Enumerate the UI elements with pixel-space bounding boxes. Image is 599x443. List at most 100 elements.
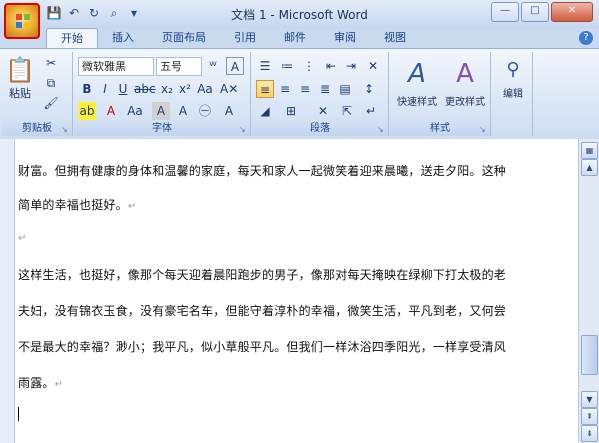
- char-scale-icon[interactable]: A: [174, 102, 192, 120]
- vertical-scrollbar[interactable]: ▦ ▲ ▼ ⇞ ⇟: [578, 139, 599, 443]
- line-spacing-icon[interactable]: ↕: [360, 80, 378, 98]
- numbering-icon[interactable]: ≔: [278, 57, 296, 75]
- borders-icon[interactable]: ⊞: [282, 102, 300, 120]
- styles-launcher-icon[interactable]: ↘: [479, 125, 488, 134]
- enclose-char-icon[interactable]: ㊀: [196, 102, 214, 120]
- pilcrow-icon[interactable]: ↵: [362, 102, 380, 120]
- font-grow-icon[interactable]: Aa: [126, 102, 144, 120]
- paragraph-mark: ↵: [127, 201, 137, 212]
- change-styles-button[interactable]: A 更改样式: [440, 54, 490, 120]
- help-icon[interactable]: ?: [579, 31, 593, 45]
- clipboard-launcher-icon[interactable]: ↘: [61, 125, 70, 134]
- doc-line-1: 财富。但拥有健康的身体和温馨的家庭，每天和家人一起微笑着迎来晨曦，送走夕阳。这种: [18, 164, 507, 178]
- align-left-icon[interactable]: ≡: [256, 80, 274, 98]
- italic-icon[interactable]: I: [96, 80, 114, 98]
- restore-button[interactable]: □: [521, 2, 549, 22]
- binoculars-icon: ⚲: [506, 59, 520, 80]
- shading-icon[interactable]: ◢: [256, 102, 274, 120]
- group-editing: ⚲ 编辑: [492, 52, 533, 136]
- group-styles: A 快速样式 A 更改样式 样式 ↘: [390, 52, 491, 136]
- doc-line-7: 雨露。↵: [18, 374, 63, 391]
- scroll-thumb[interactable]: [581, 335, 598, 375]
- strikethrough-icon[interactable]: abc: [134, 80, 156, 98]
- scroll-down-icon[interactable]: ▼: [581, 391, 598, 408]
- text-cursor: [18, 407, 19, 421]
- change-styles-icon: A: [456, 59, 474, 89]
- ruler-toggle-icon[interactable]: ▦: [581, 142, 598, 159]
- quick-styles-icon: A: [408, 59, 426, 89]
- sort-icon[interactable]: ✕: [314, 102, 332, 120]
- group-font: 微软雅黑 五号 ᵂ A B I U abc x₂ x² Aa A✕ ab A A…: [74, 52, 251, 136]
- editing-label: 编辑: [503, 89, 523, 100]
- decrease-indent-icon[interactable]: ⇤: [322, 57, 340, 75]
- doc-line-5: 夫妇，没有锦衣玉食，没有豪宅名车，但能守着淳朴的幸福，微笑生活，平凡到老，又何尝: [18, 304, 507, 318]
- char-border-icon[interactable]: A: [226, 57, 244, 75]
- highlight-icon[interactable]: ab: [78, 102, 96, 120]
- copy-icon[interactable]: ⧉: [42, 74, 60, 92]
- font-size-select[interactable]: 五号: [156, 57, 202, 76]
- phonetic-guide-icon[interactable]: ᵂ: [204, 57, 222, 75]
- subscript-icon[interactable]: x₂: [158, 80, 176, 98]
- next-page-icon[interactable]: ⇟: [581, 425, 598, 442]
- doc-line-2: 简单的幸福也挺好。↵: [18, 196, 136, 213]
- minimize-button[interactable]: —: [491, 2, 519, 22]
- scroll-up-icon[interactable]: ▲: [581, 159, 598, 176]
- increase-indent-icon[interactable]: ⇥: [342, 57, 360, 75]
- quick-styles-label: 快速样式: [397, 97, 437, 108]
- tab-view[interactable]: 视图: [370, 28, 420, 48]
- doc-line-4: 这样生活，也挺好，像那个每天迎着晨阳跑步的男子，像那对每天掩映在绿柳下打太极的老: [18, 268, 507, 282]
- close-button[interactable]: ✕: [551, 2, 593, 22]
- tab-insert[interactable]: 插入: [98, 28, 148, 48]
- document-page[interactable]: [14, 139, 580, 443]
- format-painter-icon[interactable]: 🖌: [42, 94, 60, 112]
- ribbon: 📋 粘贴 ✂ ⧉ 🖌 剪贴板 ↘ 微软雅黑 五号 ᵂ A B I U abc x…: [0, 48, 599, 140]
- paragraph-mark: ↵: [54, 379, 64, 390]
- font-color-icon[interactable]: A: [102, 102, 120, 120]
- char-shading-icon[interactable]: A: [152, 102, 170, 120]
- tab-home[interactable]: 开始: [46, 28, 98, 48]
- change-case-icon[interactable]: Aa: [196, 80, 214, 98]
- office-logo-icon: [16, 14, 30, 28]
- font-launcher-icon[interactable]: ↘: [239, 125, 248, 134]
- doc-line-2-text: 简单的幸福也挺好。: [18, 198, 128, 212]
- tab-review[interactable]: 审阅: [320, 28, 370, 48]
- vertical-ruler: [0, 139, 14, 443]
- paragraph-mark: ↵: [18, 233, 27, 244]
- cut-icon[interactable]: ✂: [42, 54, 60, 72]
- font-shrink-icon[interactable]: A: [220, 102, 238, 120]
- align-right-icon[interactable]: ≡: [296, 80, 314, 98]
- paragraph-group-label: 段落: [252, 122, 388, 136]
- underline-icon[interactable]: U: [114, 80, 132, 98]
- ribbon-tabs: 开始 插入 页面布局 引用 邮件 审阅 视图: [46, 28, 420, 48]
- doc-line-3: ↵: [18, 230, 27, 244]
- justify-icon[interactable]: ≣: [316, 80, 334, 98]
- tab-references[interactable]: 引用: [220, 28, 270, 48]
- doc-line-7-text: 雨露。: [18, 376, 55, 390]
- office-button[interactable]: [4, 3, 40, 39]
- window-controls: — □ ✕: [491, 2, 593, 22]
- doc-line-6: 不是最大的幸福？渺小；我平凡，似小草般平凡。但我们一样沐浴四季阳光，一样享受清风: [18, 340, 507, 354]
- tab-page-layout[interactable]: 页面布局: [148, 28, 220, 48]
- styles-group-label: 样式: [390, 122, 490, 136]
- chinese-layout-icon[interactable]: ✕: [364, 57, 382, 75]
- bold-icon[interactable]: B: [78, 80, 96, 98]
- align-center-icon[interactable]: ≡: [276, 80, 294, 98]
- clipboard-icon: 📋: [5, 56, 35, 84]
- show-marks-icon[interactable]: ⇱: [338, 102, 356, 120]
- multilevel-list-icon[interactable]: ⋮: [300, 57, 318, 75]
- quick-styles-button[interactable]: A 快速样式: [392, 54, 442, 120]
- change-styles-label: 更改样式: [445, 97, 485, 108]
- paste-button[interactable]: 📋 粘贴: [4, 54, 36, 116]
- group-paragraph: ☰ ≔ ⋮ ⇤ ⇥ ✕ ≡ ≡ ≡ ≣ ▤ ↕ ◢ ⊞ ✕ ⇱ ↵ 段落 ↘: [252, 52, 389, 136]
- font-family-select[interactable]: 微软雅黑: [78, 57, 154, 76]
- clear-format-icon[interactable]: A✕: [220, 80, 238, 98]
- paragraph-launcher-icon[interactable]: ↘: [377, 125, 386, 134]
- title-bar: 💾 ↶ ↻ ⌕ ▾ 文档 1 - Microsoft Word — □ ✕: [0, 0, 599, 28]
- prev-page-icon[interactable]: ⇞: [581, 408, 598, 425]
- font-group-label: 字体: [74, 122, 250, 136]
- editing-button[interactable]: ⚲ 编辑: [494, 54, 532, 120]
- superscript-icon[interactable]: x²: [176, 80, 194, 98]
- bullets-icon[interactable]: ☰: [256, 57, 274, 75]
- distribute-icon[interactable]: ▤: [336, 80, 354, 98]
- tab-mailings[interactable]: 邮件: [270, 28, 320, 48]
